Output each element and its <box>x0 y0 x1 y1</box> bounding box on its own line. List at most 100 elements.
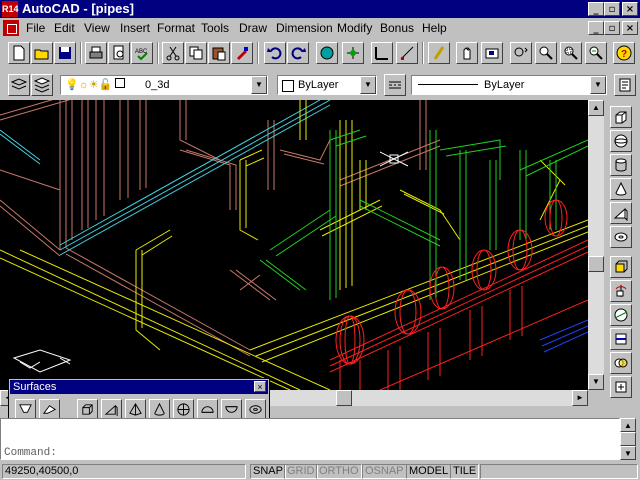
aerial-view-icon[interactable] <box>481 42 503 64</box>
surface-wedge-icon[interactable] <box>101 399 122 420</box>
surface-box-icon[interactable] <box>77 399 98 420</box>
cylinder-icon[interactable] <box>610 154 632 176</box>
cut-icon[interactable] <box>162 42 184 64</box>
dome-icon[interactable] <box>197 399 218 420</box>
properties-icon[interactable] <box>614 74 636 96</box>
command-scroll-down-arrow[interactable]: ▼ <box>620 446 636 460</box>
linetype-combo[interactable]: ByLayer ▼ <box>411 75 607 95</box>
wedge-icon[interactable] <box>610 202 632 224</box>
surfaces-title-bar[interactable]: Surfaces <box>10 380 268 394</box>
command-scrollbar[interactable]: ▲ ▼ <box>620 418 636 460</box>
menu-dimension[interactable]: Dimension <box>276 21 333 35</box>
inquiry-icon[interactable] <box>396 42 418 64</box>
osnap-toggle[interactable]: OSNAP <box>362 464 407 479</box>
menu-insert[interactable]: Insert <box>120 21 150 35</box>
drawing-canvas[interactable] <box>0 100 588 390</box>
print-preview-icon[interactable] <box>108 42 130 64</box>
command-scroll-thumb[interactable] <box>620 432 636 446</box>
surface-torus-icon[interactable] <box>245 399 266 420</box>
surfaces-close-button[interactable]: × <box>254 381 266 392</box>
vertical-scroll-thumb[interactable] <box>588 256 604 272</box>
tile-toggle[interactable]: TILE <box>450 464 480 479</box>
print-icon[interactable] <box>85 42 107 64</box>
command-window[interactable]: Command: <box>0 418 620 460</box>
doc-minimize-button[interactable]: _ <box>588 21 604 35</box>
copy-icon[interactable] <box>185 42 207 64</box>
document-icon[interactable] <box>3 20 19 36</box>
union-icon[interactable] <box>610 376 632 398</box>
doc-restore-button[interactable]: ▫ <box>604 21 620 35</box>
surface-sphere-icon[interactable] <box>173 399 194 420</box>
horizontal-scroll-thumb[interactable] <box>336 390 352 406</box>
snap-toggle[interactable]: SNAP <box>250 464 286 479</box>
named-views-icon[interactable] <box>510 42 532 64</box>
ortho-toggle[interactable]: ORTHO <box>316 464 362 479</box>
scroll-up-arrow[interactable]: ▲ <box>588 100 604 116</box>
revolve-icon[interactable] <box>610 280 632 302</box>
menu-edit[interactable]: Edit <box>54 21 75 35</box>
model-toggle[interactable]: MODEL <box>406 464 452 479</box>
layers-icon[interactable] <box>31 74 53 96</box>
match-properties-icon[interactable] <box>231 42 253 64</box>
sphere-icon[interactable] <box>610 130 632 152</box>
menu-file[interactable]: File <box>26 21 45 35</box>
section-icon[interactable] <box>610 328 632 350</box>
zoom-realtime-icon[interactable] <box>535 42 557 64</box>
redraw-icon[interactable] <box>428 42 450 64</box>
pyramid-icon[interactable] <box>125 399 146 420</box>
launch-browser-icon[interactable] <box>316 42 338 64</box>
new-icon[interactable] <box>8 42 30 64</box>
pan-icon[interactable] <box>456 42 478 64</box>
slice-icon[interactable] <box>610 304 632 326</box>
save-icon[interactable] <box>54 42 76 64</box>
redo-icon[interactable] <box>287 42 309 64</box>
status-bar: 49250,40500,0 SNAP GRID ORTHO OSNAP MODE… <box>0 463 640 480</box>
menu-view[interactable]: View <box>84 21 110 35</box>
color-dropdown-arrow[interactable]: ▼ <box>360 76 376 94</box>
layer-dropdown-arrow[interactable]: ▼ <box>251 76 267 94</box>
svg-text:?: ? <box>621 49 627 60</box>
menu-help[interactable]: Help <box>422 21 447 35</box>
open-icon[interactable] <box>31 42 53 64</box>
menu-format[interactable]: Format <box>157 21 195 35</box>
cone-icon[interactable] <box>610 178 632 200</box>
surface-cone-icon[interactable] <box>149 399 170 420</box>
zoom-window-icon[interactable] <box>560 42 582 64</box>
close-button[interactable]: × <box>622 2 638 16</box>
torus-icon[interactable] <box>610 226 632 248</box>
doc-close-button[interactable]: × <box>622 21 638 35</box>
grid-toggle[interactable]: GRID <box>284 464 318 479</box>
scroll-right-arrow[interactable]: ► <box>572 390 588 406</box>
object-snap-icon[interactable] <box>342 42 364 64</box>
color-combo[interactable]: ByLayer ▼ <box>277 75 377 95</box>
command-scroll-up-arrow[interactable]: ▲ <box>620 418 636 432</box>
vertical-scrollbar[interactable]: ▲ ▼ <box>588 100 604 390</box>
menu-bonus[interactable]: Bonus <box>380 21 414 35</box>
3d-face-icon[interactable] <box>39 399 60 420</box>
color-value: ByLayer <box>298 79 339 91</box>
spelling-icon[interactable]: ABC <box>131 42 153 64</box>
linetype-icon[interactable] <box>384 74 406 96</box>
ucs-icon[interactable] <box>371 42 393 64</box>
box-icon[interactable] <box>610 106 632 128</box>
make-object-layer-current-icon[interactable] <box>8 74 30 96</box>
scroll-down-arrow[interactable]: ▼ <box>588 374 604 390</box>
2d-solid-icon[interactable] <box>15 399 36 420</box>
extrude-icon[interactable] <box>610 256 632 278</box>
coordinate-display[interactable]: 49250,40500,0 <box>2 464 246 479</box>
undo-icon[interactable] <box>264 42 286 64</box>
restore-button[interactable]: ▫ <box>604 2 620 16</box>
paste-icon[interactable] <box>208 42 230 64</box>
piping-drawing <box>0 100 588 390</box>
dish-icon[interactable] <box>221 399 242 420</box>
menu-modify[interactable]: Modify <box>337 21 372 35</box>
zoom-previous-icon[interactable] <box>585 42 607 64</box>
minimize-button[interactable]: _ <box>588 2 604 16</box>
menu-draw[interactable]: Draw <box>239 21 267 35</box>
interference-icon[interactable] <box>610 352 632 374</box>
help-icon[interactable]: ? <box>613 42 635 64</box>
menu-tools[interactable]: Tools <box>201 21 229 35</box>
linetype-dropdown-arrow[interactable]: ▼ <box>590 76 606 94</box>
autocad-app-icon[interactable]: R14 <box>2 1 19 17</box>
layer-combo[interactable]: 💡☼☀🔓 0_3d ▼ <box>60 75 268 95</box>
